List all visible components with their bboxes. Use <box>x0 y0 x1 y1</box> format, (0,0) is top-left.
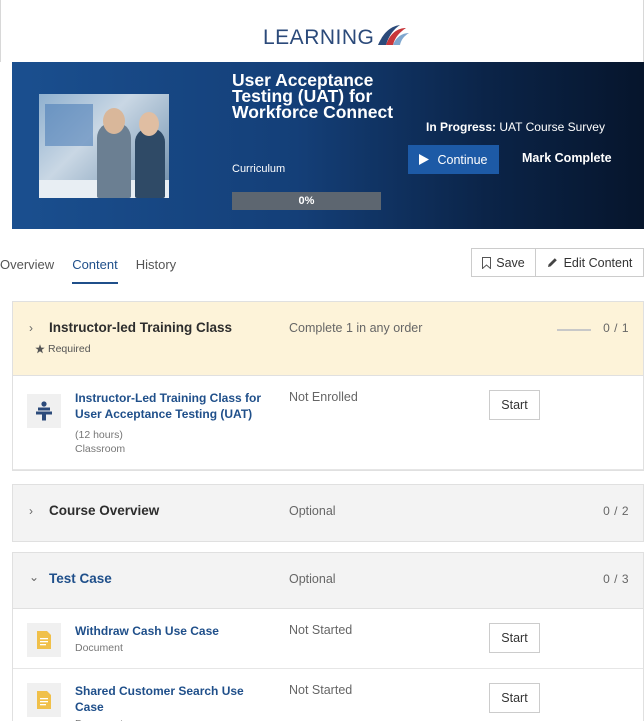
bookmark-icon <box>482 256 492 269</box>
item-status: Not Enrolled <box>289 390 358 404</box>
tab-overview[interactable]: Overview <box>0 248 54 284</box>
section-header[interactable]: › Course Overview Optional 0 / 2 <box>13 485 643 541</box>
continue-button[interactable]: Continue <box>408 145 499 174</box>
logo-swoosh-icon <box>378 25 410 45</box>
item-type: Document <box>75 717 123 721</box>
pencil-icon <box>547 258 557 267</box>
section-status: Optional <box>289 504 336 518</box>
chevron-down-icon[interactable]: ⌄ <box>29 570 39 584</box>
start-button[interactable]: Start <box>489 390 540 420</box>
in-progress-info: In Progress: UAT Course Survey <box>426 120 605 134</box>
in-progress-value: UAT Course Survey <box>499 120 605 134</box>
learning-logo[interactable]: LEARNING <box>263 25 410 50</box>
save-label: Save <box>496 255 525 270</box>
section-instructor-led-training: › Instructor-led Training Class Complete… <box>12 301 644 471</box>
play-icon <box>419 154 430 165</box>
document-icon <box>27 623 61 657</box>
start-button[interactable]: Start <box>489 683 540 713</box>
list-item: Withdraw Cash Use Case Document Not Star… <box>13 609 643 669</box>
section-header[interactable]: ⌄ Test Case Optional 0 / 3 <box>13 553 643 609</box>
required-badge: Required <box>35 343 91 355</box>
section-status: Optional <box>289 572 336 586</box>
action-button-group: Save Edit Content <box>471 248 644 277</box>
item-type: Document <box>75 642 123 654</box>
save-button[interactable]: Save <box>472 249 536 276</box>
chevron-right-icon[interactable]: › <box>29 504 33 518</box>
course-type-label: Curriculum <box>232 163 286 175</box>
tab-history[interactable]: History <box>136 248 176 284</box>
star-icon <box>35 344 45 354</box>
continue-label: Continue <box>437 152 488 167</box>
section-status: Complete 1 in any order <box>289 321 423 335</box>
logo-text: LEARNING <box>263 26 375 49</box>
item-title-link[interactable]: Shared Customer Search Use Case <box>75 683 275 715</box>
section-count: 0 / 3 <box>603 572 629 586</box>
tab-content[interactable]: Content <box>72 248 118 284</box>
section-test-case: ⌄ Test Case Optional 0 / 3 Withdraw Cash… <box>12 552 644 721</box>
section-title: Course Overview <box>49 503 160 518</box>
item-title-link[interactable]: Withdraw Cash Use Case <box>75 623 275 639</box>
item-status: Not Started <box>289 683 353 697</box>
section-title: Instructor-led Training Class <box>49 320 233 335</box>
item-duration: (12 hours) <box>75 429 123 441</box>
section-title: Test Case <box>49 571 112 586</box>
document-icon <box>27 683 61 717</box>
section-progress-line <box>557 329 591 331</box>
top-bar: LEARNING <box>0 0 644 62</box>
start-button[interactable]: Start <box>489 623 540 653</box>
required-label: Required <box>48 343 91 355</box>
edit-content-label: Edit Content <box>563 255 633 270</box>
section-course-overview: › Course Overview Optional 0 / 2 <box>12 484 644 542</box>
list-item: Instructor-Led Training Class for User A… <box>13 376 643 470</box>
chevron-right-icon[interactable]: › <box>29 321 33 335</box>
progress-label: 0% <box>298 195 315 207</box>
section-count: 0 / 1 <box>603 321 629 335</box>
section-header[interactable]: › Instructor-led Training Class Complete… <box>13 302 643 376</box>
in-progress-label: In Progress: <box>426 120 497 134</box>
section-count: 0 / 2 <box>603 504 629 518</box>
item-status: Not Started <box>289 623 353 637</box>
mark-complete-button[interactable]: Mark Complete <box>522 151 612 165</box>
classroom-icon <box>27 394 61 428</box>
course-progress-bar: 0% <box>232 192 381 210</box>
content-tabs: Overview Content History <box>0 248 194 284</box>
edit-content-button[interactable]: Edit Content <box>536 249 643 276</box>
list-item: Shared Customer Search Use Case Document… <box>13 669 643 721</box>
item-type: Classroom <box>75 443 126 455</box>
course-title: User Acceptance Testing (UAT) for Workfo… <box>232 70 394 122</box>
item-title-link[interactable]: Instructor-Led Training Class for User A… <box>75 390 275 422</box>
course-thumbnail-image <box>39 94 169 198</box>
